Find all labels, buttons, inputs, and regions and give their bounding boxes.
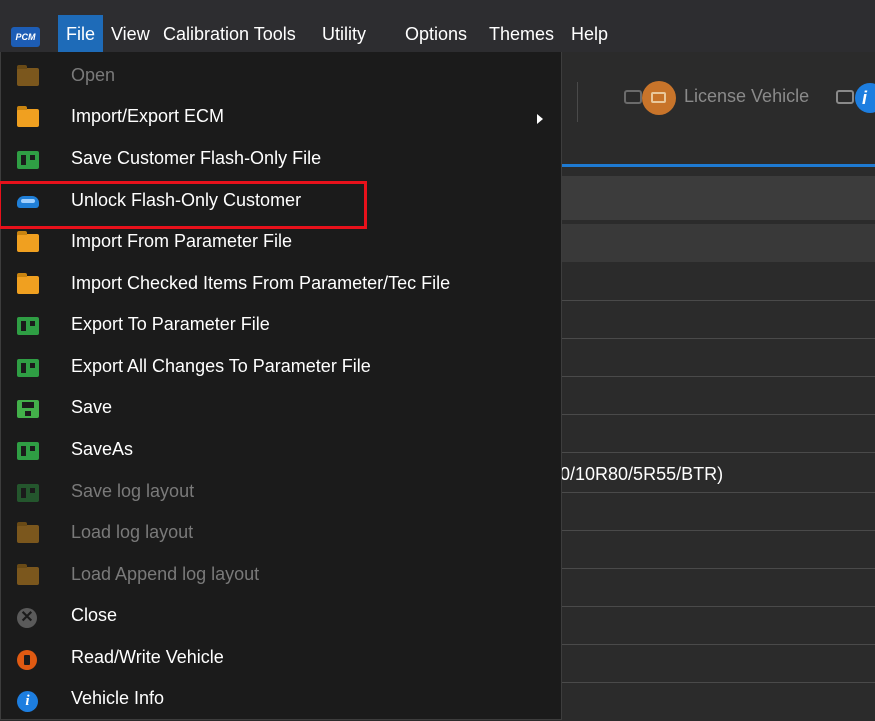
folder-icon: [17, 106, 39, 127]
menu-item-import-export-ecm[interactable]: Import/Export ECM: [1, 98, 561, 139]
green-file-icon: [17, 151, 39, 169]
menu-item-label: Load Append log layout: [71, 564, 260, 584]
menu-item-load-append-log-layout[interactable]: Load Append log layout: [1, 556, 561, 597]
grid-row-divider: [560, 452, 875, 453]
license-icon[interactable]: [642, 81, 676, 115]
menu-item-label: Vehicle Info: [71, 688, 165, 708]
menu-item-vehicle-info[interactable]: i Vehicle Info: [1, 680, 561, 721]
menu-calibration-tools[interactable]: Calibration Tools: [155, 15, 304, 53]
grid-cell[interactable]: 0/10R80/5R55/BTR): [560, 464, 723, 485]
highlight-annotation-box: [0, 181, 367, 229]
grid-row-divider: [560, 414, 875, 415]
grid-row-divider: [560, 530, 875, 531]
toolbar-separator: [577, 82, 578, 122]
grid-row-divider: [560, 492, 875, 493]
active-tab-indicator: [560, 164, 875, 167]
menu-item-label: Close: [71, 605, 118, 625]
grid-subheader: [560, 224, 875, 262]
grid-row-divider: [560, 568, 875, 569]
close-icon: ✕: [17, 608, 37, 628]
menu-item-read-write-vehicle[interactable]: Read/Write Vehicle: [1, 639, 561, 680]
menu-item-label: Import/Export ECM: [71, 106, 225, 126]
menu-item-save-customer-flash-only-file[interactable]: Save Customer Flash-Only File: [1, 140, 561, 181]
green-file-icon: [17, 442, 39, 460]
save-disk-icon: [17, 400, 39, 418]
file-menu-dropdown: Open Import/Export ECM Save Customer Fla…: [0, 52, 562, 720]
folder-icon: [17, 65, 39, 86]
vehicle-outline-icon: [624, 90, 642, 104]
menu-item-load-log-layout[interactable]: Load log layout: [1, 514, 561, 555]
grid-row-divider: [560, 644, 875, 645]
green-file-icon: [17, 359, 39, 377]
menu-item-save[interactable]: Save: [1, 389, 561, 430]
menu-item-save-log-layout[interactable]: Save log layout: [1, 473, 561, 514]
menu-item-label: Export All Changes To Parameter File: [71, 356, 371, 376]
menu-item-open[interactable]: Open: [1, 57, 561, 98]
submenu-arrow-icon: [537, 114, 543, 124]
folder-icon: [17, 522, 39, 543]
menu-bar: PCM File View Calibration Tools Utility …: [0, 0, 875, 53]
menu-help[interactable]: Help: [563, 15, 616, 53]
menu-item-export-to-parameter-file[interactable]: Export To Parameter File: [1, 306, 561, 347]
main-content-area: [560, 52, 875, 720]
license-vehicle-button[interactable]: License Vehicle: [684, 86, 809, 107]
grid-row-divider: [560, 338, 875, 339]
read-write-vehicle-icon: [17, 650, 37, 670]
menu-item-label: Import From Parameter File: [71, 231, 293, 251]
green-file-icon: [17, 317, 39, 335]
menu-item-save-as[interactable]: SaveAs: [1, 431, 561, 472]
menu-item-label: Save Customer Flash-Only File: [71, 148, 322, 168]
menu-item-label: Save: [71, 397, 113, 417]
menu-item-close[interactable]: ✕ Close: [1, 597, 561, 638]
menu-item-label: Save log layout: [71, 481, 195, 501]
grid-row-divider: [560, 376, 875, 377]
menu-item-label: Read/Write Vehicle: [71, 647, 224, 667]
grid-row-divider: [560, 300, 875, 301]
vehicle-outline-icon: [836, 90, 854, 104]
menu-utility[interactable]: Utility: [314, 15, 374, 53]
folder-icon: [17, 273, 39, 294]
menu-options[interactable]: Options: [397, 15, 475, 53]
menu-item-export-all-changes[interactable]: Export All Changes To Parameter File: [1, 348, 561, 389]
grid-row-divider: [560, 682, 875, 683]
menu-item-label: Export To Parameter File: [71, 314, 270, 334]
app-logo-icon[interactable]: PCM: [11, 27, 40, 47]
menu-file[interactable]: File: [58, 15, 104, 53]
menu-item-label: Load log layout: [71, 522, 194, 542]
menu-themes[interactable]: Themes: [481, 15, 562, 53]
info-icon: i: [17, 691, 38, 712]
menu-item-import-from-parameter-file[interactable]: Import From Parameter File: [1, 223, 561, 264]
grid-row-divider: [560, 606, 875, 607]
menu-item-label: SaveAs: [71, 439, 134, 459]
menu-item-import-checked-items[interactable]: Import Checked Items From Parameter/Tec …: [1, 265, 561, 306]
green-file-icon: [17, 484, 39, 502]
menu-item-label: Import Checked Items From Parameter/Tec …: [71, 273, 451, 293]
folder-icon: [17, 564, 39, 585]
folder-icon: [17, 231, 39, 252]
menu-view[interactable]: View: [103, 15, 158, 53]
grid-header: [560, 176, 875, 220]
menu-item-label: Open: [71, 65, 116, 85]
